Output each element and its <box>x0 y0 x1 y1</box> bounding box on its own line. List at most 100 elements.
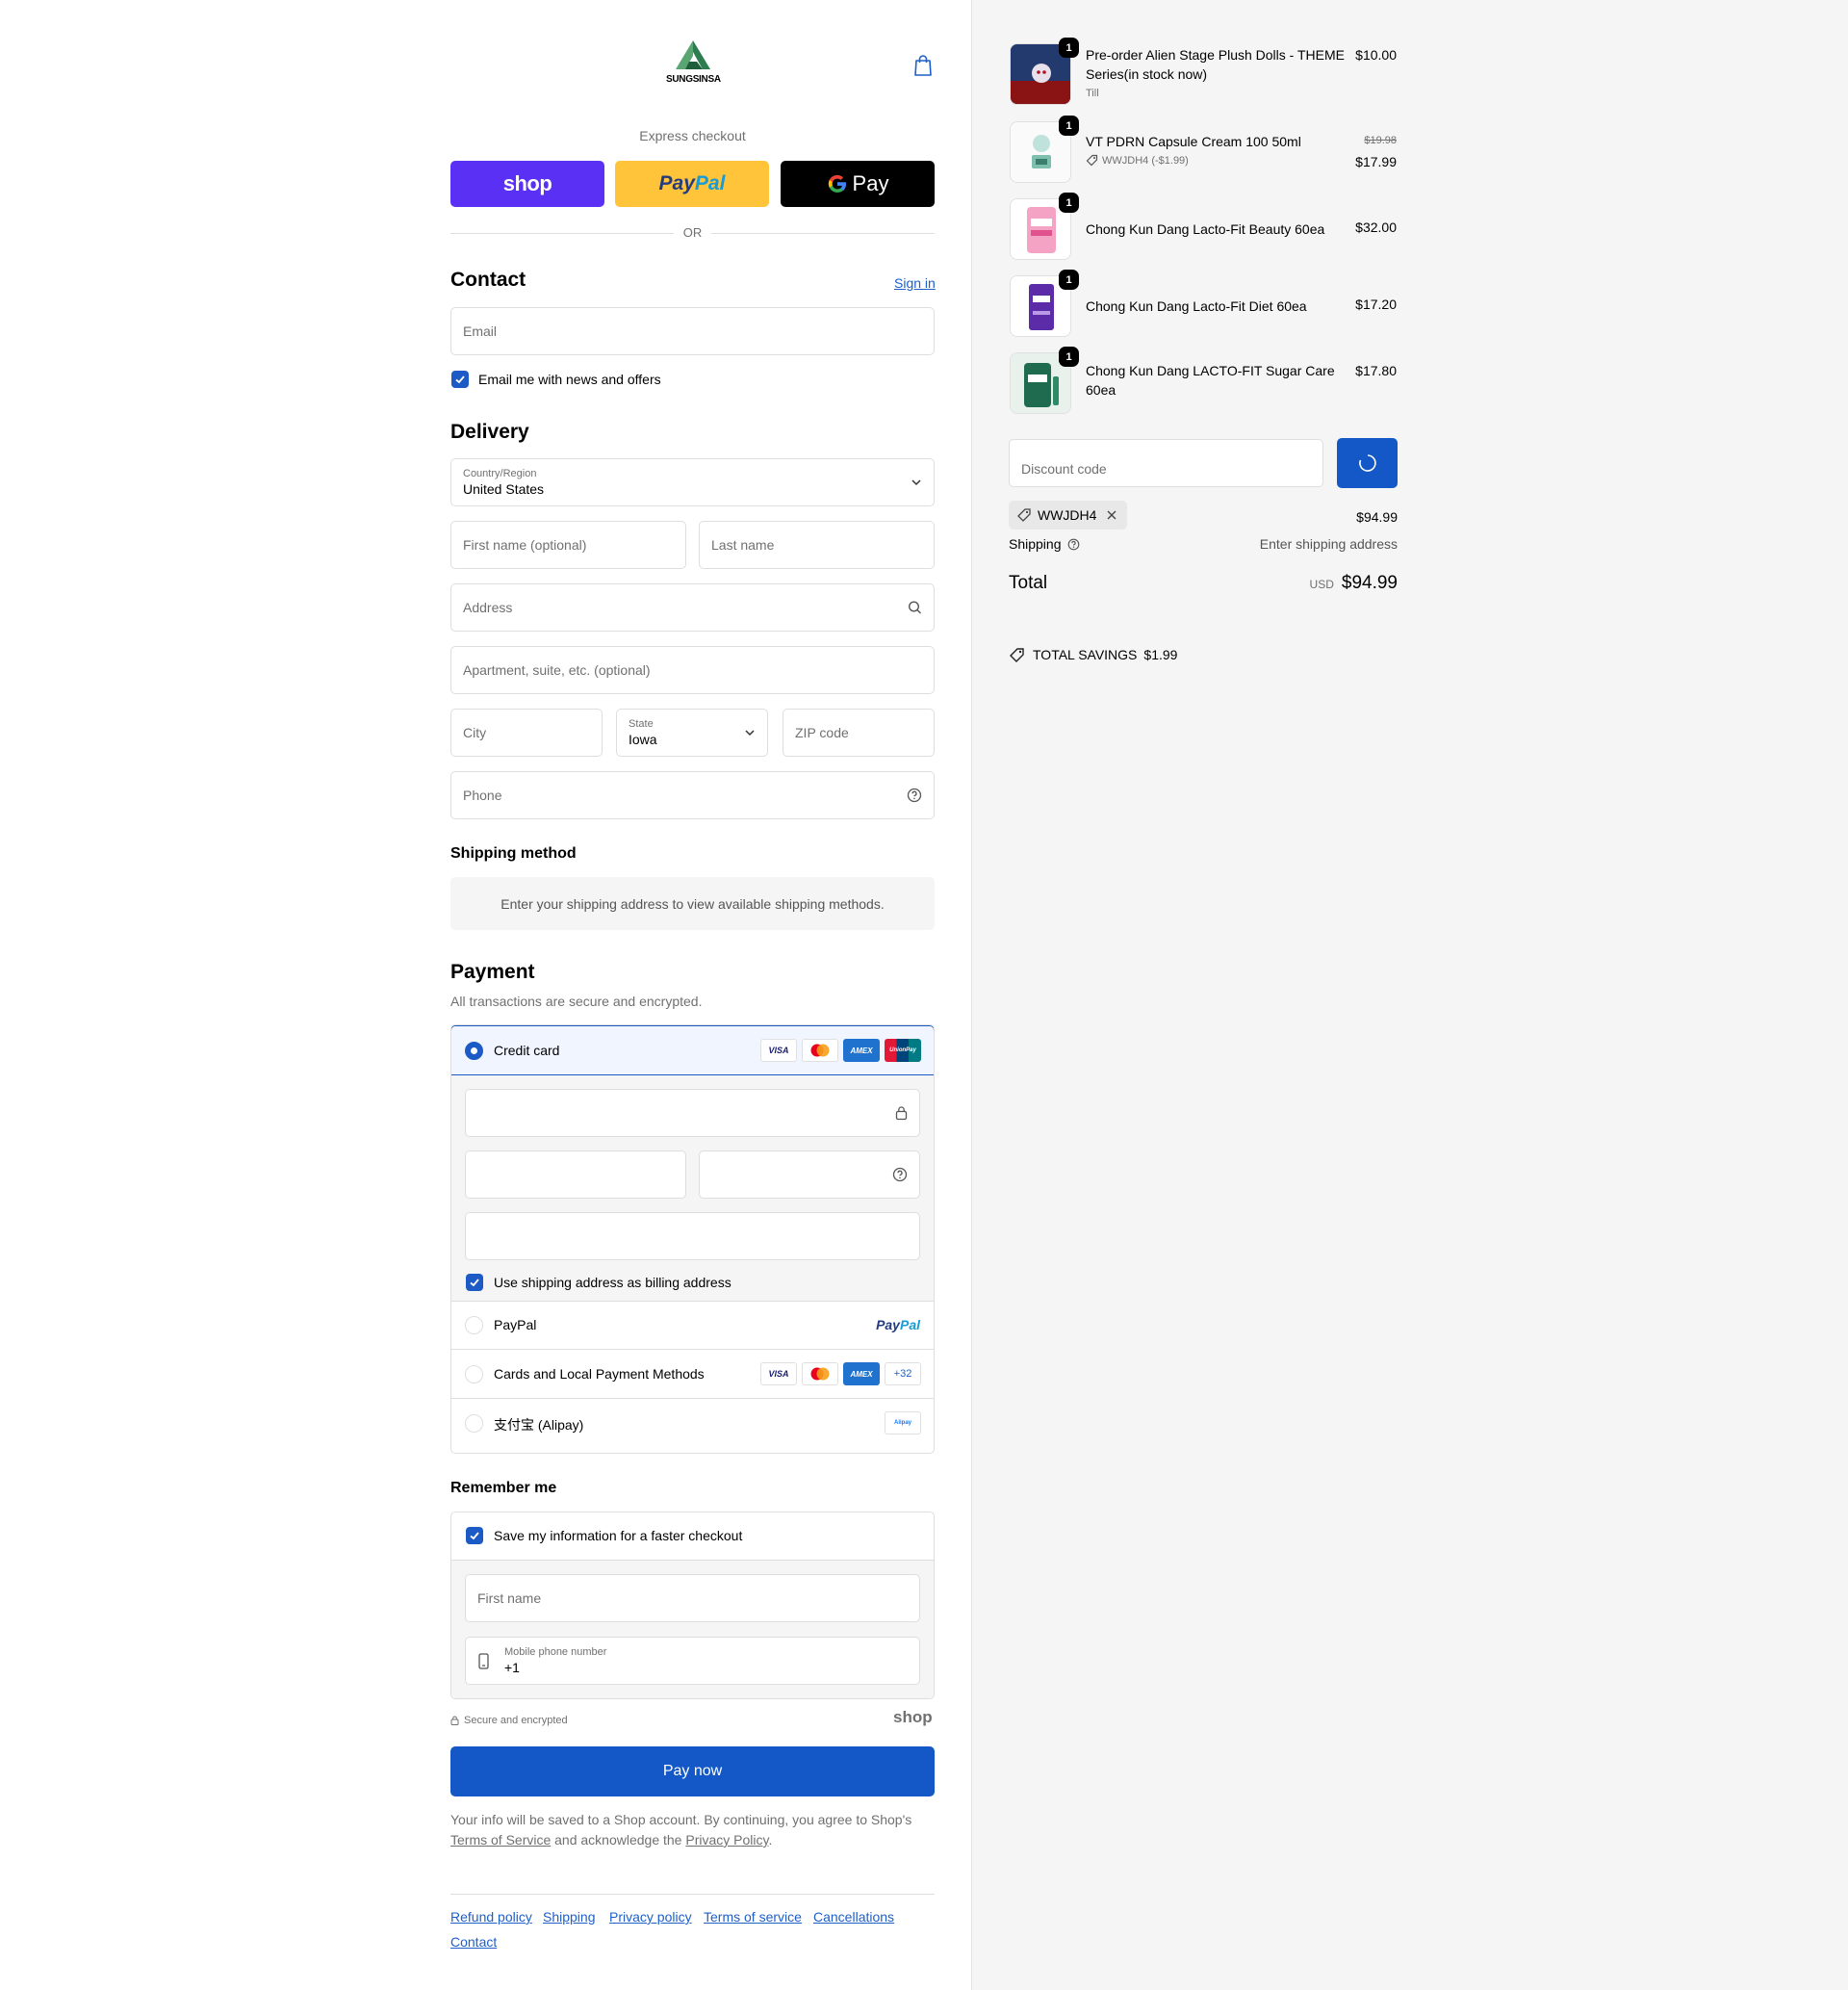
first-name-field[interactable]: First name (optional) <box>450 521 686 569</box>
country-select[interactable]: Country/Region United States <box>450 458 935 506</box>
paypal-label: PayPal <box>494 1317 537 1332</box>
shop-logo: shop <box>893 1708 933 1726</box>
credit-card-radio[interactable] <box>465 1042 483 1060</box>
paypal-logo-pay: Pay <box>876 1317 900 1332</box>
card-name-field[interactable] <box>465 1212 920 1260</box>
brand-logo[interactable]: SUNGSINSA <box>666 40 721 89</box>
shop-terms-link[interactable]: Terms of Service <box>450 1832 551 1848</box>
item-price: $17.99 <box>1355 154 1397 169</box>
zip-placeholder: ZIP code <box>795 725 849 740</box>
country-label: Country/Region <box>463 468 537 479</box>
remember-first-name-placeholder: First name <box>477 1590 542 1606</box>
refund-policy-link[interactable]: Refund policy <box>450 1909 532 1925</box>
cards-local-option[interactable]: Cards and Local Payment Methods VISA AME… <box>451 1349 934 1398</box>
credit-card-option[interactable]: Credit card VISA AMEX UnionPay <box>451 1025 934 1075</box>
paypal-express-button[interactable]: Pay Pal <box>615 161 769 207</box>
newsletter-checkbox[interactable] <box>451 371 469 388</box>
check-icon <box>470 1532 479 1540</box>
card-number-field[interactable] <box>465 1089 920 1137</box>
pay-now-label: Pay now <box>662 1763 723 1779</box>
total-amount: USD $94.99 <box>1253 573 1398 594</box>
total-value: $94.99 <box>1341 573 1398 593</box>
item-name: Chong Kun Dang Lacto-Fit Diet 60ea <box>1086 298 1307 314</box>
phone-field[interactable]: Phone <box>450 771 935 819</box>
order-item: 1 Pre-order Alien Stage Plush Dolls - TH… <box>1010 38 1397 105</box>
amex-label: AMEX <box>850 1046 873 1055</box>
close-icon[interactable] <box>1106 509 1117 521</box>
item-discount: WWJDH4 (-$1.99) <box>1086 154 1189 167</box>
alipay-option[interactable]: 支付宝 (Alipay) Alipay <box>451 1398 934 1447</box>
chevron-down-icon <box>911 479 921 486</box>
shop-pay-label: shop <box>502 171 552 195</box>
card-cvv-field[interactable] <box>699 1150 920 1199</box>
contact-link[interactable]: Contact <box>450 1934 497 1950</box>
quantity-badge: 1 <box>1059 270 1079 290</box>
shipping-method-message: Enter your shipping address to view avai… <box>500 895 885 912</box>
shipping-policy-link[interactable]: Shipping <box>543 1909 596 1925</box>
cancellations-link[interactable]: Cancellations <box>813 1909 894 1925</box>
sign-in-link[interactable]: Sign in <box>894 275 936 291</box>
paypal-radio[interactable] <box>465 1316 483 1334</box>
total-label: Total <box>1009 573 1048 593</box>
alipay-radio[interactable] <box>465 1414 483 1433</box>
secure-label: Secure and encrypted <box>464 1715 568 1726</box>
address-placeholder: Address <box>463 600 513 615</box>
tag-icon <box>1010 648 1024 662</box>
visa-label: VISA <box>768 1369 789 1379</box>
help-circle-icon[interactable] <box>907 788 922 803</box>
last-name-field[interactable]: Last name <box>699 521 935 569</box>
amex-icon: AMEX <box>843 1362 880 1385</box>
state-select[interactable]: State Iowa <box>616 709 768 757</box>
mobile-phone-field[interactable]: Mobile phone number +1 <box>465 1637 920 1685</box>
apply-discount-button[interactable] <box>1337 438 1398 488</box>
google-pay-button[interactable]: Pay <box>781 161 935 207</box>
discount-code-field[interactable]: Discount code <box>1009 439 1323 487</box>
credit-card-label: Credit card <box>494 1043 560 1058</box>
delivery-heading: Delivery <box>450 421 529 443</box>
address-field[interactable]: Address <box>450 583 935 632</box>
unionpay-icon: UnionPay <box>885 1039 921 1062</box>
express-checkout-label: Express checkout <box>639 128 746 143</box>
brand-name: SUNGSINSA <box>666 74 721 85</box>
or-divider: OR <box>450 224 935 242</box>
mastercard-icon <box>802 1362 838 1385</box>
help-circle-icon[interactable] <box>892 1167 908 1182</box>
item-name: Chong Kun Dang LACTO-FIT Sugar Care 60ea <box>1086 363 1335 398</box>
legal-text-2: and acknowledge the <box>554 1832 682 1848</box>
logo-mark-icon <box>676 40 710 69</box>
help-circle-icon[interactable] <box>1067 538 1080 551</box>
pay-now-button[interactable]: Pay now <box>450 1746 935 1796</box>
terms-of-service-link[interactable]: Terms of service <box>704 1909 802 1925</box>
remember-first-name-field[interactable]: First name <box>465 1574 920 1622</box>
city-placeholder: City <box>463 725 487 740</box>
discount-code-placeholder: Discount code <box>1021 461 1107 477</box>
shipping-label: Shipping <box>1009 536 1062 552</box>
apartment-field[interactable]: Apartment, suite, etc. (optional) <box>450 646 935 694</box>
card-expiry-field[interactable] <box>465 1150 686 1199</box>
total-savings-value: $1.99 <box>1143 647 1178 662</box>
quantity-badge: 1 <box>1059 193 1079 213</box>
paypal-option[interactable]: PayPal PayPal <box>451 1301 934 1349</box>
paypal-label-pay: Pay <box>658 172 695 194</box>
email-field[interactable]: Email <box>450 307 935 355</box>
google-pay-label: Pay <box>852 171 889 195</box>
item-variant: Till <box>1086 88 1099 99</box>
city-field[interactable]: City <box>450 709 603 757</box>
subtotal-value: $94.99 <box>1356 509 1398 525</box>
privacy-policy-link[interactable]: Privacy policy <box>609 1909 692 1925</box>
quantity-badge: 1 <box>1059 347 1079 367</box>
applied-discount-code: WWJDH4 <box>1038 507 1097 523</box>
payment-heading: Payment <box>450 961 535 983</box>
visa-icon: VISA <box>760 1362 797 1385</box>
shop-privacy-link[interactable]: Privacy Policy <box>685 1832 768 1848</box>
cards-local-label: Cards and Local Payment Methods <box>494 1366 705 1382</box>
billing-address-checkbox[interactable] <box>466 1274 483 1291</box>
cards-local-radio[interactable] <box>465 1365 483 1383</box>
legal-text-3: . <box>768 1832 773 1848</box>
cart-bag-icon[interactable] <box>912 54 934 77</box>
item-price: $32.00 <box>1355 220 1397 235</box>
total-currency: USD <box>1309 578 1334 591</box>
save-info-checkbox[interactable] <box>466 1527 483 1544</box>
shop-pay-button[interactable]: shop <box>450 161 604 207</box>
zip-field[interactable]: ZIP code <box>783 709 935 757</box>
